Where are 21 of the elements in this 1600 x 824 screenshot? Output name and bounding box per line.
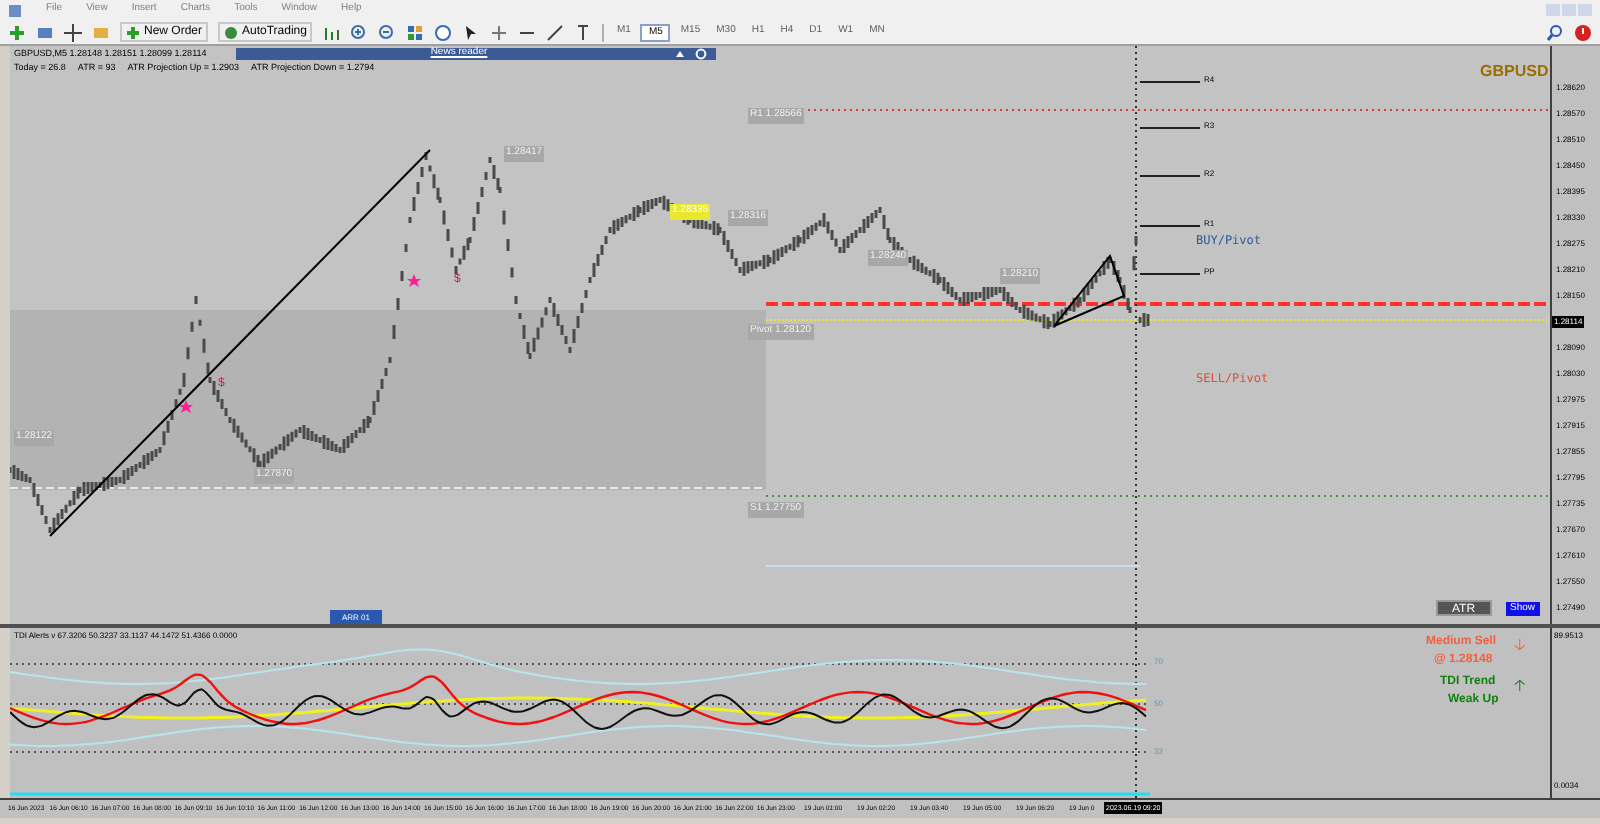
star-marker-icon [179, 400, 193, 413]
plus-icon[interactable] [8, 23, 26, 41]
arrow-icon: 🡡 [1514, 676, 1526, 694]
crosshair-icon[interactable] [64, 23, 82, 41]
trendline-icon[interactable] [546, 23, 565, 41]
zoom-out-icon[interactable] [378, 23, 397, 41]
zoom-in-icon[interactable] [350, 23, 369, 41]
plus-icon [126, 25, 140, 39]
star-marker-icon [407, 274, 421, 287]
arrow-icon: 🡣 [1514, 636, 1526, 654]
crosshair-icon[interactable] [490, 23, 509, 41]
text-icon[interactable] [574, 23, 593, 41]
grid-icon[interactable] [406, 23, 425, 41]
circle-icon [224, 25, 239, 39]
search-icon[interactable] [1546, 23, 1564, 41]
app-icon [8, 3, 22, 17]
window-icon[interactable] [36, 23, 54, 41]
triangle-pattern-drawing [1053, 253, 1126, 327]
alert-icon[interactable] [1574, 23, 1592, 41]
bar-chart-icon[interactable] [322, 23, 341, 41]
symbol-label: GBPUSD [1480, 60, 1549, 84]
